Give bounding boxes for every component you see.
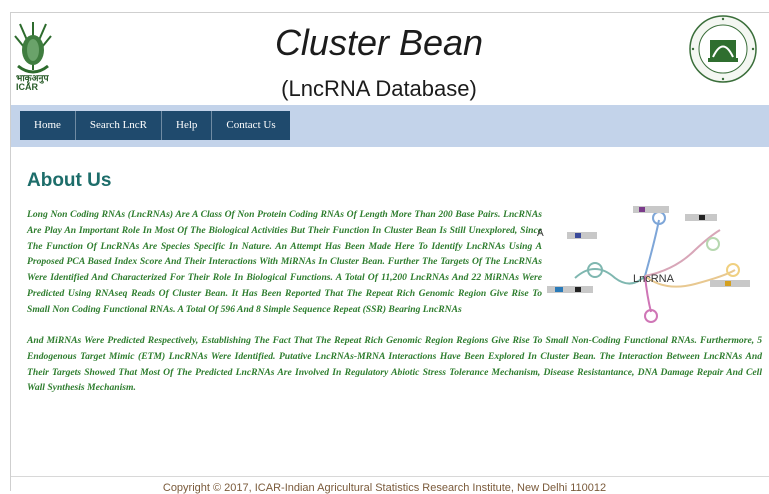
nav-bar: Home Search LncR Help Contact Us [11, 105, 769, 147]
figure-label: LncRNA [633, 273, 675, 285]
nav-item-search-lncr[interactable]: Search LncR [76, 111, 163, 140]
about-paragraph-part2: And MiRNAs Were Predicted Respectively, … [27, 335, 762, 394]
footer-copyright: Copyright © 2017, ICAR-Indian Agricultur… [162, 482, 607, 494]
page-title: Cluster Bean [274, 22, 484, 63]
nav-item-contact-us[interactable]: Contact Us [212, 111, 289, 140]
about-paragraph-part1: Long Non Coding RNAs (LncRNAs) Are A Cla… [27, 209, 542, 315]
iasri-seal-icon [689, 15, 757, 83]
nav-item-help[interactable]: Help [162, 111, 213, 140]
page-subtitle: (LncRNA Database) [281, 76, 477, 101]
nav-menu: Home Search LncR Help Contact Us [20, 111, 290, 140]
figure-letter: A [537, 228, 544, 239]
nav-item-home[interactable]: Home [20, 111, 76, 140]
about-heading: About Us [27, 170, 112, 191]
lncrna-figure: A LncRNA [537, 206, 750, 323]
